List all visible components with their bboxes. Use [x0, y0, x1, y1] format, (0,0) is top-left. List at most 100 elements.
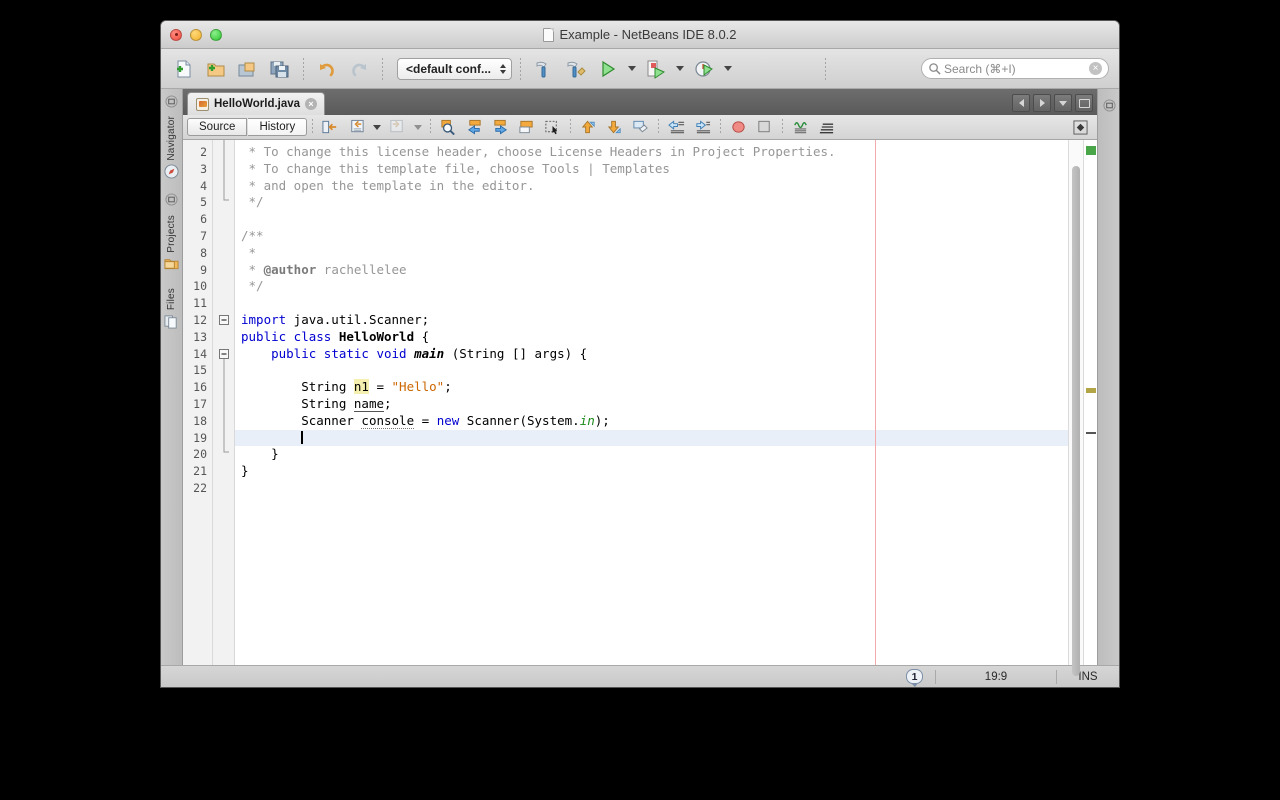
code-line[interactable]: import java.util.Scanner;: [235, 312, 1068, 329]
minimize-projects-icon[interactable]: [164, 192, 180, 208]
scrollbar-thumb[interactable]: [1072, 166, 1080, 676]
new-project-button[interactable]: [201, 54, 231, 84]
maximize-window-button[interactable]: [1075, 94, 1093, 112]
find-previous-button[interactable]: [462, 117, 487, 138]
run-dropdown-icon[interactable]: [628, 66, 637, 71]
code-line[interactable]: [235, 295, 1068, 312]
tab-list-button[interactable]: [1054, 94, 1072, 112]
editor-area: HelloWorld.java × Source History 2 3 4 5…: [183, 89, 1097, 676]
toggle-toolbar-button[interactable]: [1068, 117, 1093, 138]
hammer-broom-icon: [567, 61, 586, 77]
code-line[interactable]: [235, 362, 1068, 379]
toolbar-separator-3: [520, 57, 522, 80]
shift-line-up-button[interactable]: [576, 117, 601, 138]
stop-button[interactable]: [752, 117, 777, 138]
code-line[interactable]: [235, 211, 1068, 228]
code-fold-gutter[interactable]: [213, 140, 235, 665]
build-project-button[interactable]: [529, 54, 559, 84]
comment-button[interactable]: [628, 117, 653, 138]
code-content[interactable]: * To change this license header, choose …: [235, 140, 1068, 665]
code-line[interactable]: String name;: [235, 395, 1068, 413]
minimize-navigator-icon[interactable]: [164, 93, 180, 109]
code-line[interactable]: /**: [235, 228, 1068, 245]
code-line[interactable]: * To change this template file, choose T…: [235, 161, 1068, 178]
code-token: ;: [384, 395, 392, 411]
notification-badge[interactable]: 1: [894, 669, 935, 687]
zoom-window-button[interactable]: [210, 28, 222, 41]
last-edit-button[interactable]: [318, 117, 343, 138]
tab-source[interactable]: Source: [187, 118, 248, 136]
code-line[interactable]: }: [235, 463, 1068, 480]
new-file-button[interactable]: [169, 54, 199, 84]
shift-line-down-button[interactable]: [602, 117, 627, 138]
java-file-icon: [196, 97, 209, 111]
toggle-rect-select-button[interactable]: [540, 117, 565, 138]
comment-icon: [633, 120, 649, 133]
line-number: 22: [193, 480, 207, 495]
error-stripe[interactable]: [1083, 140, 1097, 665]
scroll-tabs-right-button[interactable]: [1033, 94, 1051, 112]
minimize-palette-icon[interactable]: [1101, 97, 1117, 113]
code-line[interactable]: Scanner console = new Scanner(System.in)…: [235, 412, 1068, 430]
code-line[interactable]: *: [235, 245, 1068, 262]
close-tab-icon[interactable]: ×: [305, 98, 318, 110]
code-token: String: [241, 379, 354, 395]
forward-button[interactable]: [385, 117, 410, 138]
shift-left-button[interactable]: [664, 117, 689, 138]
code-token: @author: [263, 261, 317, 277]
diff-button[interactable]: [788, 117, 813, 138]
code-line[interactable]: * and open the template in the editor.: [235, 178, 1068, 195]
configuration-combo[interactable]: <default conf...: [397, 57, 513, 80]
occurrence-mark[interactable]: [1086, 432, 1096, 434]
code-line[interactable]: String n1 = "Hello";: [235, 379, 1068, 396]
sidebar-item-projects[interactable]: Projects: [164, 210, 180, 282]
clear-icon[interactable]: ×: [1088, 62, 1102, 75]
run-project-button[interactable]: [593, 54, 623, 84]
debug-project-button[interactable]: [641, 54, 671, 84]
code-line[interactable]: public class HelloWorld {: [235, 329, 1068, 346]
source-editor[interactable]: 2 3 4 5 6 7 8 9 10 11 12 13 14 15 16 17 18 19 20 21 22 * To …: [183, 140, 1097, 676]
open-project-button[interactable]: [233, 54, 263, 84]
tab-history[interactable]: History: [248, 118, 308, 136]
code-line[interactable]: [235, 429, 1068, 447]
editor-vertical-scrollbar[interactable]: [1068, 140, 1083, 676]
search-input[interactable]: Search (⌘+I) ×: [920, 58, 1109, 79]
find-selection-button[interactable]: [436, 117, 461, 138]
tab-helloworld-java[interactable]: HelloWorld.java ×: [187, 92, 326, 115]
toggle-breakpoint-button[interactable]: [726, 117, 751, 138]
code-line[interactable]: * To change this license header, choose …: [235, 144, 1068, 161]
code-line[interactable]: [235, 480, 1068, 497]
profile-icon: [695, 60, 713, 77]
undo-button[interactable]: [312, 54, 342, 84]
open-project-icon: [238, 62, 255, 76]
minimize-window-button[interactable]: [190, 28, 202, 41]
profile-dropdown-icon[interactable]: [724, 66, 733, 71]
redo-button[interactable]: [344, 54, 374, 84]
save-all-button[interactable]: [265, 54, 295, 84]
clean-build-button[interactable]: [561, 54, 591, 84]
debug-dropdown-icon[interactable]: [676, 66, 685, 71]
no-errors-mark[interactable]: [1086, 146, 1096, 155]
format-button[interactable]: [814, 117, 839, 138]
line-number: 5: [200, 195, 207, 210]
search-placeholder: Search (⌘+I): [943, 61, 1016, 76]
shift-right-button[interactable]: [690, 117, 715, 138]
code-line[interactable]: */: [235, 278, 1068, 295]
configuration-combo-value: <default conf...: [406, 61, 492, 76]
code-line[interactable]: * @author rachellelee: [235, 262, 1068, 279]
close-window-button[interactable]: [170, 28, 182, 41]
sidebar-item-navigator[interactable]: Navigator: [164, 111, 180, 190]
scroll-tabs-left-button[interactable]: [1012, 94, 1030, 112]
back-button[interactable]: [344, 117, 369, 138]
warning-mark[interactable]: [1086, 388, 1096, 393]
find-next-button[interactable]: [488, 117, 513, 138]
forward-dropdown-icon[interactable]: [414, 124, 423, 130]
profile-project-button[interactable]: [689, 54, 719, 84]
toggle-highlight-button[interactable]: [514, 117, 539, 138]
sidebar-item-files[interactable]: Files: [164, 283, 180, 339]
back-dropdown-icon[interactable]: [373, 124, 382, 130]
code-line[interactable]: */: [235, 194, 1068, 211]
code-line[interactable]: }: [235, 446, 1068, 463]
code-line[interactable]: public static void main (String [] args)…: [235, 346, 1068, 363]
